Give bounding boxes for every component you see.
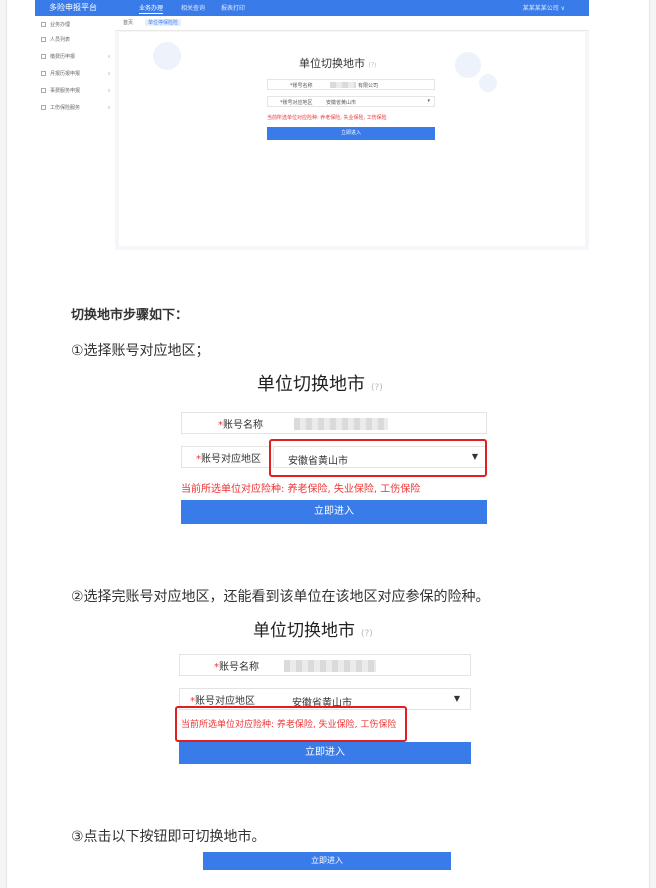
sidebar-item-monthly[interactable]: 月报历报申报 ∨	[41, 70, 111, 77]
step-3-text: ③点击以下按钮即可切换地市。	[71, 829, 266, 845]
insurance-warning: 当前所选单位对应险种: 养老保险, 失业保险, 工伤保险	[181, 720, 397, 730]
doc-icon	[41, 88, 46, 93]
figure-title: 单位切换地市 (?)	[253, 621, 373, 641]
search-icon	[41, 37, 46, 42]
decor-circle	[153, 42, 181, 70]
tab-home[interactable]: 首页	[123, 19, 133, 26]
decor-circle	[455, 52, 481, 78]
sidebar-item-payment[interactable]: 缴费历申报 ∨	[41, 53, 111, 60]
caret-down-icon: ▾	[427, 98, 430, 104]
sidebar: 业务办理 人员列表 缴费历申报 ∨ 月报历报申报 ∨ 事费服务申报 ∨ 工伤保险服务 ∨	[35, 16, 115, 250]
region-label-box: *账号对应地区	[181, 446, 271, 468]
redacted-text	[284, 660, 376, 672]
step-1-text: ①选择账号对应地区；	[71, 343, 210, 359]
chevron-down-icon: ∨	[107, 87, 111, 94]
step-2-text: ②选择完账号对应地区，还能看到该单位在该地区对应参保的险种。	[71, 589, 490, 605]
nav-item-report[interactable]: 报表打印	[221, 3, 245, 12]
figure-1: 单位切换地市 (?) *账号名称 *账号对应地区 安徽省黄山市 ▼ 当前所选单位对…	[173, 366, 495, 530]
app-brand: 多险申报平台	[49, 3, 97, 12]
account-name-field: *账号名称	[179, 654, 471, 676]
app-screenshot: 多险申报平台 业务办理 相关查询 报表打印 某某某某公司 ∨ 业务办理 人员列表…	[35, 0, 589, 250]
app-main: 单位切换地市 (?) *账号名称 有限公司 *账号对应地区 安徽省黄山市 ▾ 当…	[119, 32, 585, 246]
enter-button[interactable]: 立即进入	[267, 127, 435, 140]
chevron-down-icon: ∨	[107, 53, 111, 60]
sidebar-item-injury[interactable]: 工伤保险服务 ∨	[41, 104, 111, 111]
enter-button[interactable]: 立即进入	[179, 742, 471, 764]
insurance-warning: 当前所选单位对应险种: 养老保险, 失业保险, 工伤保险	[267, 115, 387, 121]
decor-circle	[479, 74, 497, 92]
chevron-down-icon: ∨	[107, 70, 111, 77]
document-page: 多险申报平台 业务办理 相关查询 报表打印 某某某某公司 ∨ 业务办理 人员列表…	[6, 0, 650, 888]
figure-title: 单位切换地市 (?)	[257, 374, 383, 395]
doc-icon	[41, 71, 46, 76]
account-name-row: *账号名称 有限公司	[267, 79, 435, 90]
sidebar-item-fee[interactable]: 事费服务申报 ∨	[41, 87, 111, 94]
nav-item-business[interactable]: 业务办理	[139, 3, 164, 14]
enter-button[interactable]: 立即进入	[181, 500, 487, 524]
app-tabs: 首页 单位停保险险	[115, 16, 589, 31]
page-title: 单位切换地市 (?)	[299, 57, 377, 70]
figure-2: 单位切换地市 (?) *账号名称 *账号对应地区 安徽省黄山市 ▼ 当前所选单位对…	[173, 612, 495, 766]
pen-icon	[41, 105, 46, 110]
home-icon	[41, 22, 46, 27]
sidebar-item-business[interactable]: 业务办理	[41, 21, 111, 28]
redacted-text	[294, 418, 388, 430]
region-select[interactable]: *账号对应地区 安徽省黄山市 ▾	[267, 96, 435, 107]
sidebar-item-people[interactable]: 人员列表	[41, 36, 111, 43]
nav-item-query[interactable]: 相关查询	[181, 3, 205, 12]
tab-insurance[interactable]: 单位停保险险	[145, 19, 182, 26]
user-menu[interactable]: 某某某某公司 ∨	[523, 3, 565, 12]
enter-button[interactable]: 立即进入	[203, 852, 451, 870]
insurance-warning: 当前所选单位对应险种: 养老保险, 失业保险, 工伤保险	[181, 484, 421, 495]
chevron-down-icon: ∨	[107, 104, 111, 111]
app-header: 多险申报平台 业务办理 相关查询 报表打印 某某某某公司 ∨	[35, 0, 589, 16]
account-name-field: *账号名称	[181, 412, 487, 434]
steps-heading: 切换地市步骤如下：	[71, 308, 189, 323]
redacted-text	[330, 82, 356, 88]
doc-icon	[41, 54, 46, 59]
highlight-box	[269, 439, 487, 477]
caret-down-icon: ▼	[453, 694, 460, 703]
